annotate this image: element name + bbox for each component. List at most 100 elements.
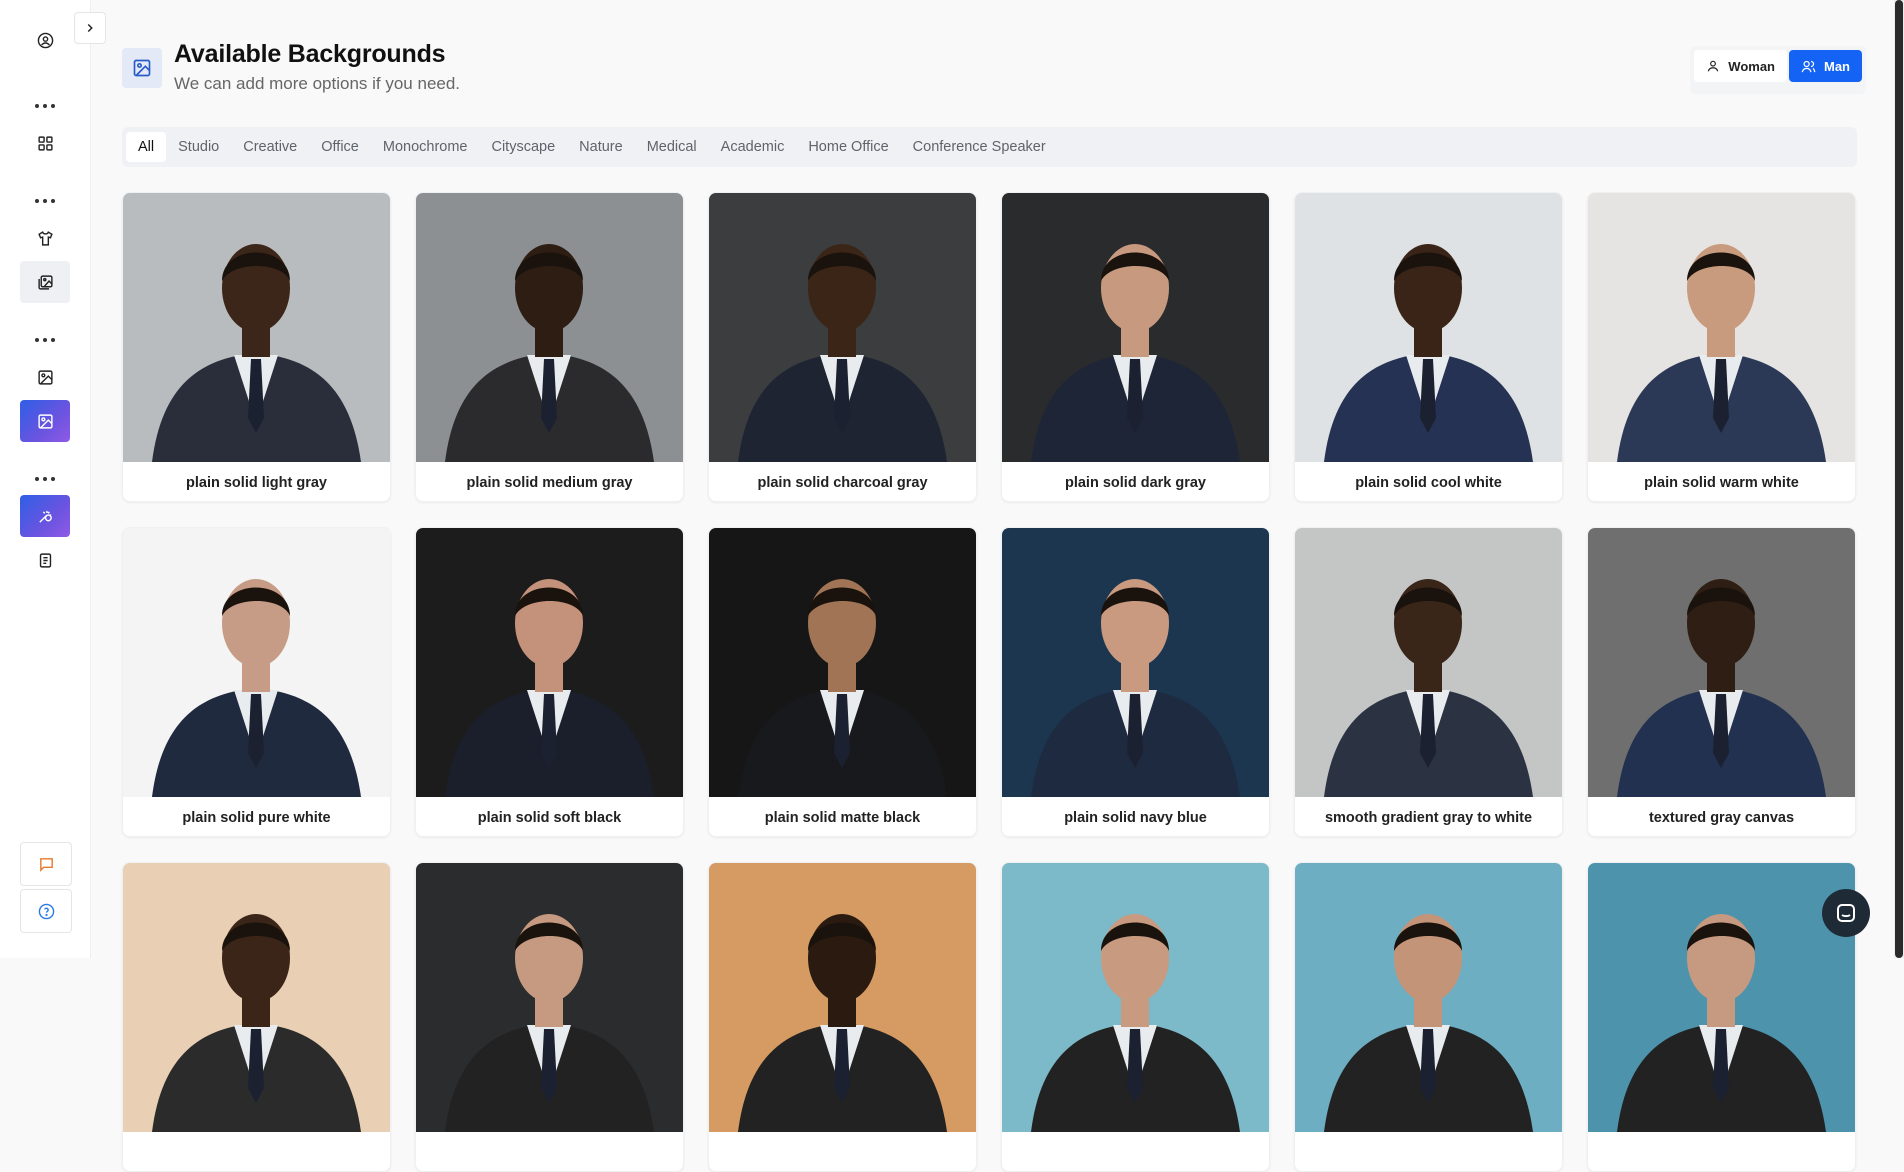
portrait-image (123, 528, 390, 797)
help-button[interactable] (20, 889, 72, 933)
more-icon[interactable] (35, 198, 55, 204)
chat-icon (1837, 904, 1855, 922)
background-photo (1588, 193, 1855, 462)
profile-button[interactable] (20, 19, 70, 61)
woman-button[interactable]: Woman (1694, 50, 1787, 82)
message-icon (39, 857, 53, 872)
users-icon (1801, 60, 1816, 72)
chevron-right-icon (87, 23, 93, 33)
man-button[interactable]: Man (1789, 50, 1862, 82)
background-card[interactable]: plain solid medium gray (415, 192, 684, 502)
tab-academic[interactable]: Academic (709, 132, 797, 162)
background-photo (709, 863, 976, 1132)
background-label: plain solid navy blue (1064, 809, 1207, 826)
tab-home-office[interactable]: Home Office (796, 132, 900, 162)
background-photo (416, 863, 683, 1132)
background-photo (1588, 863, 1855, 1132)
background-card[interactable]: smooth gradient gray to white (1294, 527, 1563, 837)
backgrounds-button[interactable] (20, 400, 70, 442)
background-card[interactable] (1001, 862, 1270, 1172)
portrait-image (1588, 193, 1855, 462)
background-card[interactable]: plain solid navy blue (1001, 527, 1270, 837)
portrait-image (1295, 863, 1562, 1132)
background-photo (123, 528, 390, 797)
background-photo (1588, 528, 1855, 797)
background-label (709, 1132, 976, 1171)
magic-button[interactable] (20, 495, 70, 537)
background-label: plain solid matte black (764, 809, 921, 826)
background-photo (1295, 528, 1562, 797)
background-label: plain solid warm white (1644, 474, 1799, 491)
dashboard-button[interactable] (20, 122, 70, 164)
portrait-image (1002, 528, 1269, 797)
more-icon[interactable] (35, 103, 55, 109)
background-label: plain solid dark gray (1064, 474, 1206, 491)
background-card[interactable] (1294, 862, 1563, 1172)
portrait-image (1588, 528, 1855, 797)
portrait-image (1295, 528, 1562, 797)
portrait-image (709, 193, 976, 462)
background-card[interactable] (708, 862, 977, 1172)
background-card[interactable]: textured gray canvas (1587, 527, 1856, 837)
background-label: plain solid soft black (477, 809, 622, 826)
background-label (123, 1132, 390, 1171)
more-icon[interactable] (35, 476, 55, 482)
background-card[interactable]: plain solid warm white (1587, 192, 1856, 502)
background-photo (709, 193, 976, 462)
background-label (1588, 1132, 1855, 1171)
help-icon (38, 903, 54, 919)
tab-cityscape[interactable]: Cityscape (479, 132, 567, 162)
portrait-image (709, 863, 976, 1132)
tab-medical[interactable]: Medical (635, 132, 709, 162)
man-label: Man (1824, 58, 1850, 74)
background-photo (416, 193, 683, 462)
gallery-button[interactable] (20, 261, 70, 303)
background-card[interactable] (122, 862, 391, 1172)
background-card[interactable] (1587, 862, 1856, 1172)
tab-all[interactable]: All (126, 132, 167, 162)
background-card[interactable]: plain solid matte black (708, 527, 977, 837)
portrait-image (416, 193, 683, 462)
background-card[interactable]: plain solid cool white (1294, 192, 1563, 502)
outfits-button[interactable] (20, 217, 70, 259)
portrait-image (416, 863, 683, 1132)
background-card[interactable]: plain solid charcoal gray (708, 192, 977, 502)
shirt-icon (37, 230, 53, 246)
gender-toggle: Woman Man (1690, 46, 1866, 94)
tab-nature[interactable]: Nature (567, 132, 635, 162)
portrait-image (123, 193, 390, 462)
documents-button[interactable] (20, 539, 70, 581)
tab-conference-speaker[interactable]: Conference Speaker (901, 132, 1058, 162)
portrait-image (709, 528, 976, 797)
user-circle-icon (37, 32, 53, 48)
tab-studio[interactable]: Studio (166, 132, 231, 162)
feedback-button[interactable] (20, 842, 72, 886)
more-icon[interactable] (35, 337, 55, 343)
background-photo (1295, 193, 1562, 462)
background-grid: plain solid light gray plain solid medium… (122, 192, 1858, 1172)
background-card[interactable]: plain solid light gray (122, 192, 391, 502)
background-label: textured gray canvas (1648, 809, 1795, 826)
background-card[interactable]: plain solid pure white (122, 527, 391, 837)
user-icon (1708, 60, 1719, 72)
sidebar (0, 0, 91, 958)
background-label: plain solid cool white (1355, 474, 1502, 491)
background-photo (709, 528, 976, 797)
header-image-icon-box (122, 48, 162, 88)
background-card[interactable]: plain solid soft black (415, 527, 684, 837)
page-subtitle: We can add more options if you need. (174, 74, 461, 93)
images-button[interactable] (20, 356, 70, 398)
tab-monochrome[interactable]: Monochrome (371, 132, 480, 162)
chat-button[interactable] (1822, 889, 1870, 937)
portrait-image (416, 528, 683, 797)
tab-creative[interactable]: Creative (231, 132, 309, 162)
background-card[interactable]: plain solid dark gray (1001, 192, 1270, 502)
scrollbar-thumb[interactable] (1895, 0, 1903, 958)
portrait-image (123, 863, 390, 1132)
portrait-image (1295, 193, 1562, 462)
background-photo (1002, 193, 1269, 462)
portrait-image (1588, 863, 1855, 1132)
collapse-sidebar-button[interactable] (74, 12, 106, 44)
tab-office[interactable]: Office (309, 132, 371, 162)
background-card[interactable] (415, 862, 684, 1172)
